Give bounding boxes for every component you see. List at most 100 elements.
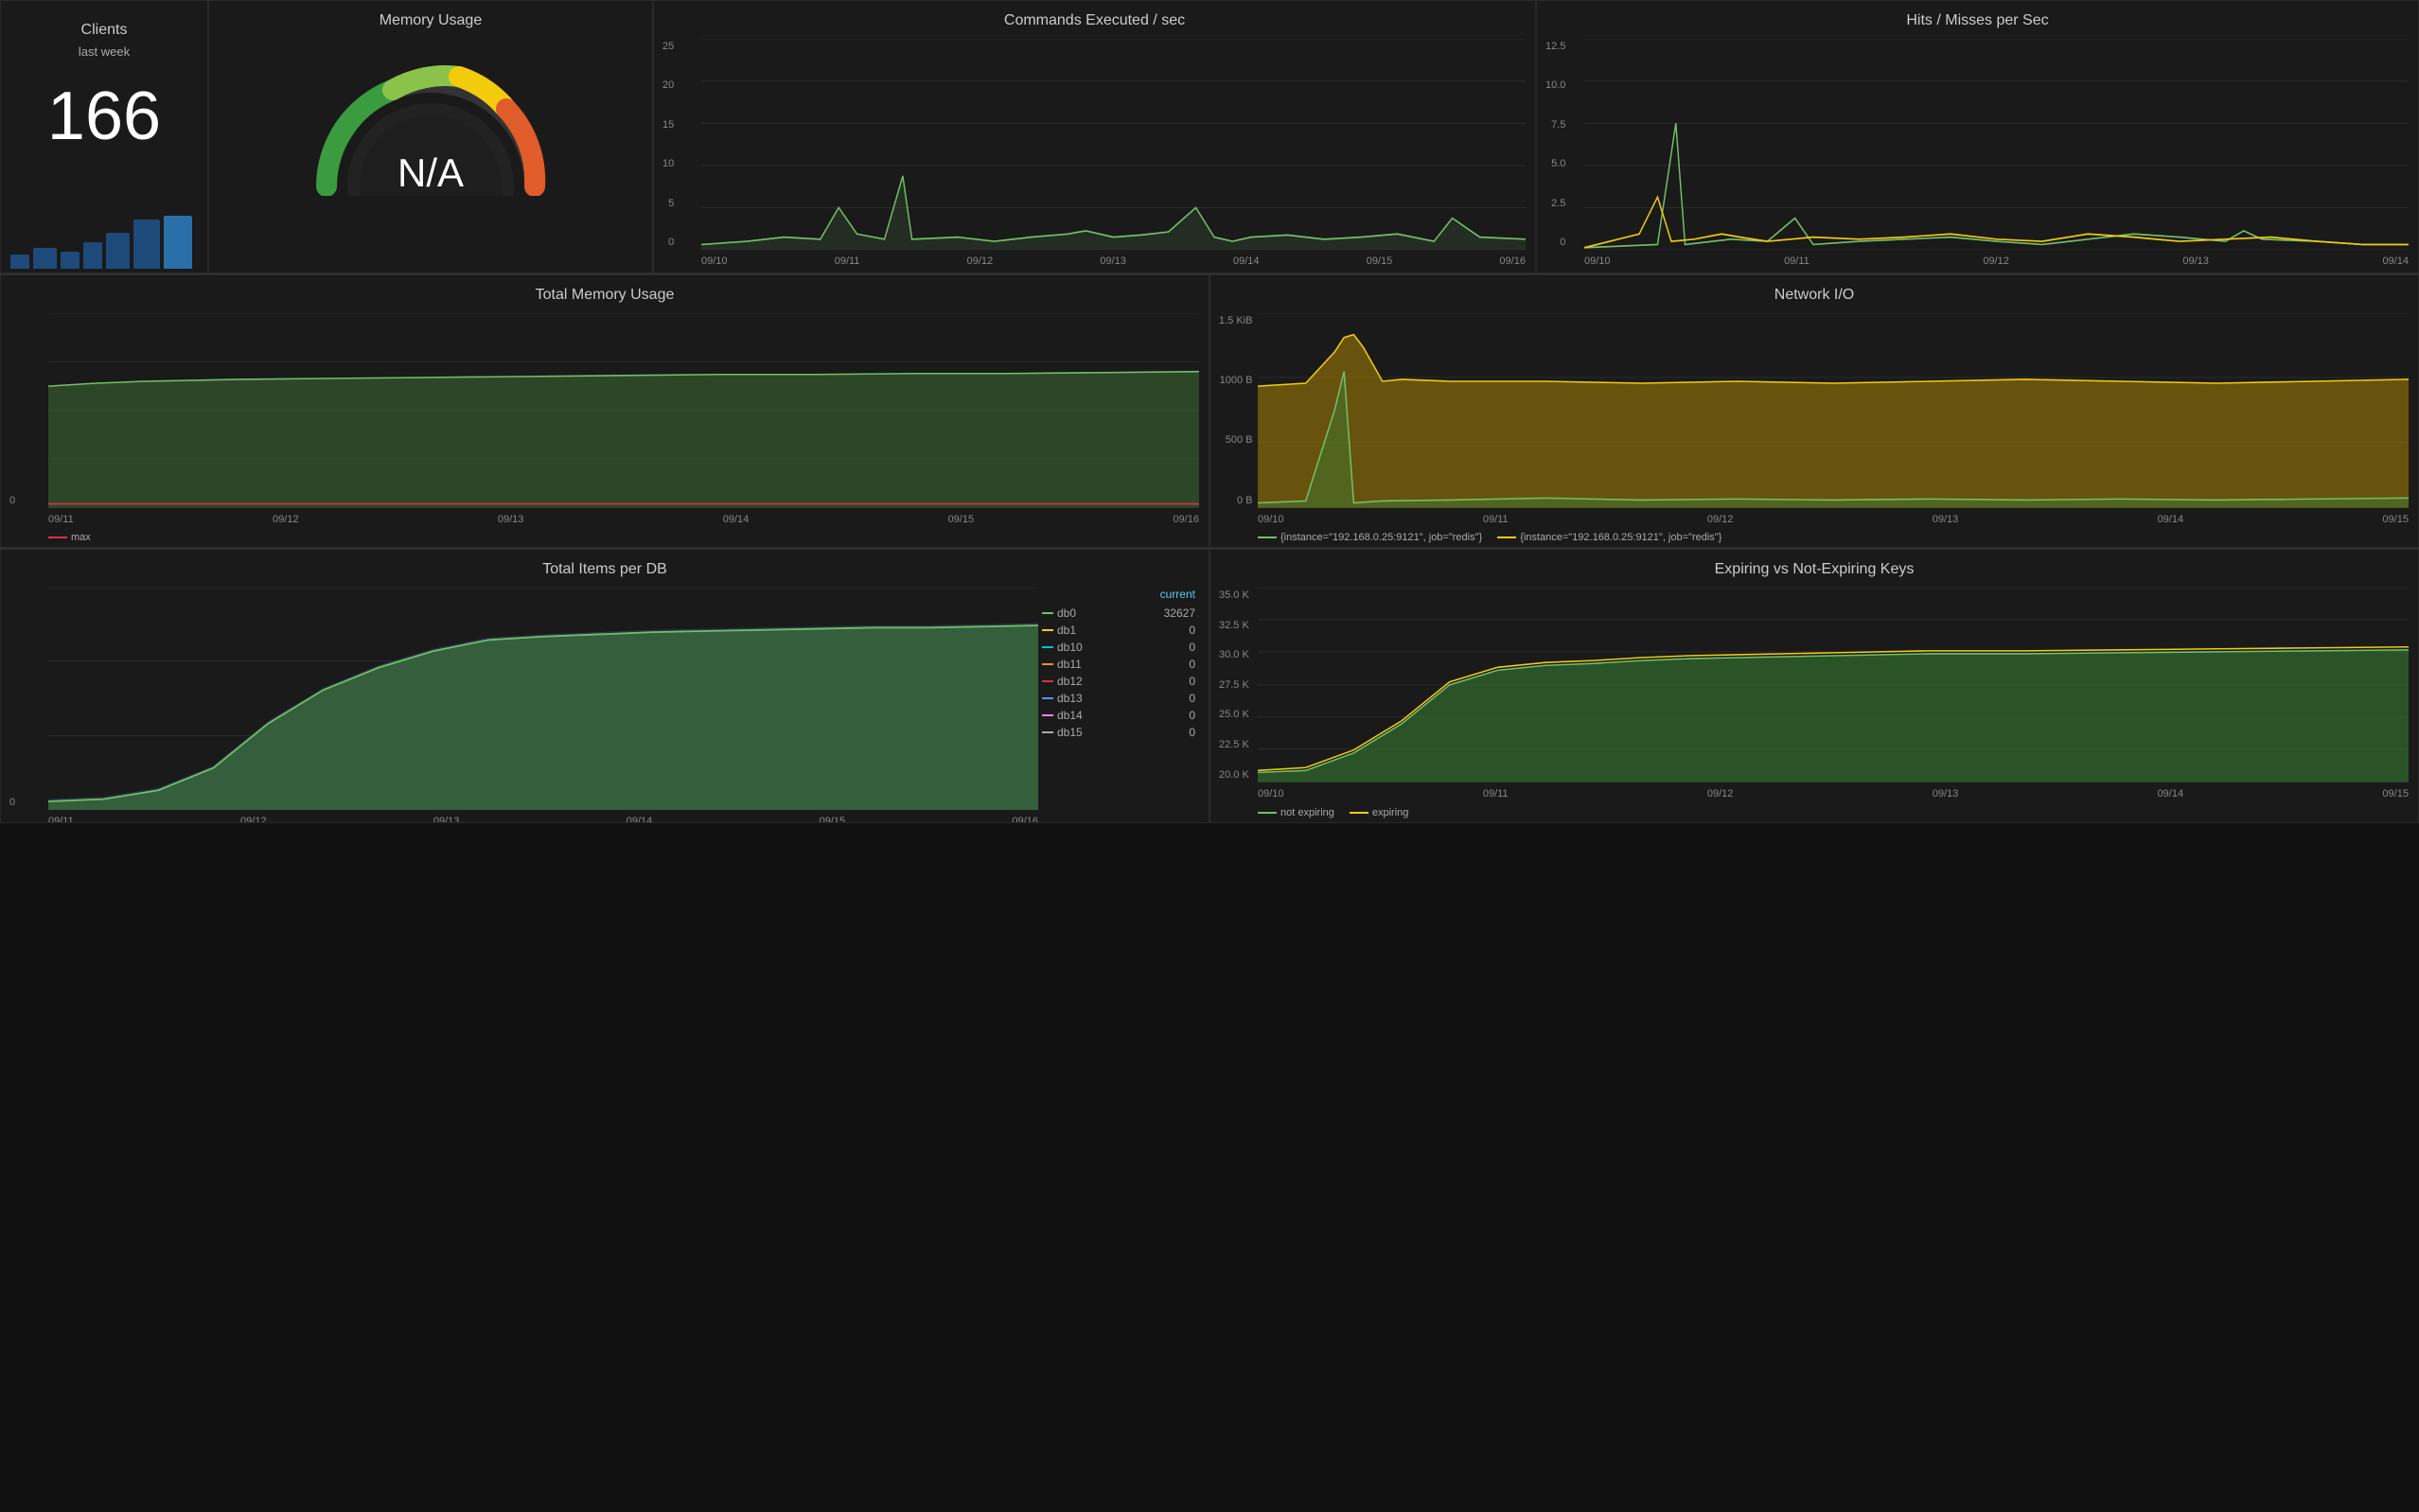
legend-network-yellow: {instance="192.168.0.25:9121", job="redi… (1497, 532, 1722, 543)
total-memory-svg (48, 313, 1199, 508)
db-row-db15: db15 0 (1038, 724, 1199, 741)
legend-expiring-label: expiring (1372, 807, 1409, 818)
legend-expiring-line (1350, 812, 1368, 814)
db0-value: 32627 (1164, 607, 1195, 620)
total-memory-legend: max (1, 528, 1209, 547)
memory-panel: Memory Usage (208, 0, 653, 273)
db1-color (1042, 629, 1053, 631)
legend-network-yellow-label: {instance="192.168.0.25:9121", job="redi… (1520, 532, 1722, 543)
db-row-db12: db12 0 (1038, 673, 1199, 690)
db-table-header: current (1038, 588, 1199, 601)
db-row-db11: db11 0 (1038, 656, 1199, 673)
total-memory-x-axis: 09/11 09/12 09/13 09/14 09/15 09/16 (1, 512, 1209, 528)
network-io-chart: 1.5 KiB 1000 B 500 B 0 B (1258, 313, 2409, 508)
clients-title: Clients (81, 10, 128, 44)
legend-not-expiring-label: not expiring (1280, 807, 1334, 818)
expiring-keys-y-axis: 35.0 K 32.5 K 30.0 K 27.5 K 25.0 K 22.5 … (1215, 588, 1253, 782)
hits-misses-svg (1584, 39, 2409, 250)
legend-network-green-label: {instance="192.168.0.25:9121", job="redi… (1280, 532, 1482, 543)
total-memory-panel: Total Memory Usage 0 (0, 274, 1210, 548)
total-items-title: Total Items per DB (1, 550, 1209, 584)
clients-bar-item (61, 252, 79, 269)
db1-value: 0 (1189, 624, 1195, 637)
db14-color (1042, 714, 1053, 716)
db0-name: db0 (1057, 607, 1076, 620)
legend-network-yellow-line (1497, 536, 1516, 538)
hits-misses-chart: 12.5 10.0 7.5 5.0 2.5 0 (1584, 39, 2409, 250)
legend-expiring: expiring (1350, 807, 1409, 818)
hits-misses-x-axis: 09/10 09/11 09/12 09/13 09/14 (1537, 254, 2418, 273)
memory-gauge: N/A (298, 44, 563, 196)
clients-bars (1, 216, 207, 273)
total-memory-chart: 0 (48, 313, 1199, 508)
expiring-keys-svg (1258, 588, 2409, 782)
expiring-keys-legend: not expiring expiring (1210, 803, 2418, 822)
network-io-y-axis: 1.5 KiB 1000 B 500 B 0 B (1215, 313, 1256, 508)
legend-not-expiring-line (1258, 812, 1277, 814)
db-table: current db0 32627 db1 (1038, 588, 1199, 782)
total-memory-title: Total Memory Usage (1, 275, 1209, 309)
db11-value: 0 (1189, 658, 1195, 671)
db15-color (1042, 731, 1053, 733)
db14-name: db14 (1057, 709, 1083, 722)
clients-bar-item (33, 248, 57, 269)
network-io-x-axis: 09/10 09/11 09/12 09/13 09/14 09/15 (1210, 512, 2418, 528)
hits-misses-y-axis: 12.5 10.0 7.5 5.0 2.5 0 (1542, 39, 1569, 250)
row-2: Total Memory Usage 0 (0, 274, 2419, 549)
db13-color (1042, 697, 1053, 699)
total-memory-y-axis: 0 (6, 313, 19, 508)
network-io-panel: Network I/O 1.5 KiB 1000 B 500 B 0 B (1210, 274, 2419, 548)
expiring-keys-chart: 35.0 K 32.5 K 30.0 K 27.5 K 25.0 K 22.5 … (1258, 588, 2409, 782)
hits-misses-title: Hits / Misses per Sec (1537, 1, 2418, 35)
legend-not-expiring: not expiring (1258, 807, 1334, 818)
db10-name: db10 (1057, 641, 1083, 654)
memory-title: Memory Usage (380, 1, 482, 35)
expiring-keys-x-axis: 09/10 09/11 09/12 09/13 09/14 09/15 (1210, 786, 2418, 803)
db-row-db13: db13 0 (1038, 690, 1199, 707)
dashboard: Clients last week 166 Memory Usage (0, 0, 2419, 1512)
clients-subtitle: last week (79, 44, 130, 59)
clients-bar-item (83, 242, 102, 269)
db14-value: 0 (1189, 709, 1195, 722)
db11-color (1042, 663, 1053, 665)
legend-max-label: max (71, 532, 91, 543)
db15-value: 0 (1189, 726, 1195, 739)
db11-name: db11 (1057, 658, 1082, 671)
total-items-x-axis: 09/11 09/12 09/13 09/14 09/15 09/16 (1, 814, 1209, 823)
commands-chart: 25 20 15 10 5 0 (701, 39, 1526, 250)
network-io-legend: {instance="192.168.0.25:9121", job="redi… (1210, 528, 2418, 547)
clients-bar-item (164, 216, 192, 269)
network-io-title: Network I/O (1210, 275, 2418, 309)
legend-network-green-line (1258, 536, 1277, 538)
total-items-panel: Total Items per DB 0 (0, 549, 1210, 823)
memory-value: N/A (397, 150, 464, 196)
hits-misses-panel: Hits / Misses per Sec 12.5 10.0 7.5 5.0 … (1536, 0, 2419, 273)
db-row-db0: db0 32627 (1038, 605, 1199, 622)
db-row-db1: db1 0 (1038, 622, 1199, 639)
row-1: Clients last week 166 Memory Usage (0, 0, 2419, 274)
db12-color (1042, 680, 1053, 682)
commands-y-axis: 25 20 15 10 5 0 (659, 39, 678, 250)
total-items-chart: 0 current (48, 588, 1038, 810)
db0-color (1042, 612, 1053, 614)
db10-value: 0 (1189, 641, 1195, 654)
db-table-col-label: current (1160, 588, 1195, 601)
db-row-db10: db10 0 (1038, 639, 1199, 656)
clients-bar-item (10, 255, 29, 269)
db12-value: 0 (1189, 675, 1195, 688)
clients-panel: Clients last week 166 (0, 0, 208, 273)
db13-value: 0 (1189, 692, 1195, 705)
row-3: Total Items per DB 0 (0, 549, 2419, 823)
clients-bar-item (133, 220, 160, 269)
db13-name: db13 (1057, 692, 1083, 705)
total-items-svg (48, 588, 1038, 810)
db15-name: db15 (1057, 726, 1083, 739)
total-items-y-axis: 0 (6, 588, 19, 810)
commands-x-axis: 09/10 09/11 09/12 09/13 09/14 09/15 09/1… (654, 254, 1535, 273)
network-io-svg (1258, 313, 2409, 508)
legend-network-green: {instance="192.168.0.25:9121", job="redi… (1258, 532, 1482, 543)
clients-bar-item (106, 233, 130, 269)
legend-max-line (48, 536, 67, 538)
db1-name: db1 (1057, 624, 1076, 637)
commands-title: Commands Executed / sec (654, 1, 1535, 35)
